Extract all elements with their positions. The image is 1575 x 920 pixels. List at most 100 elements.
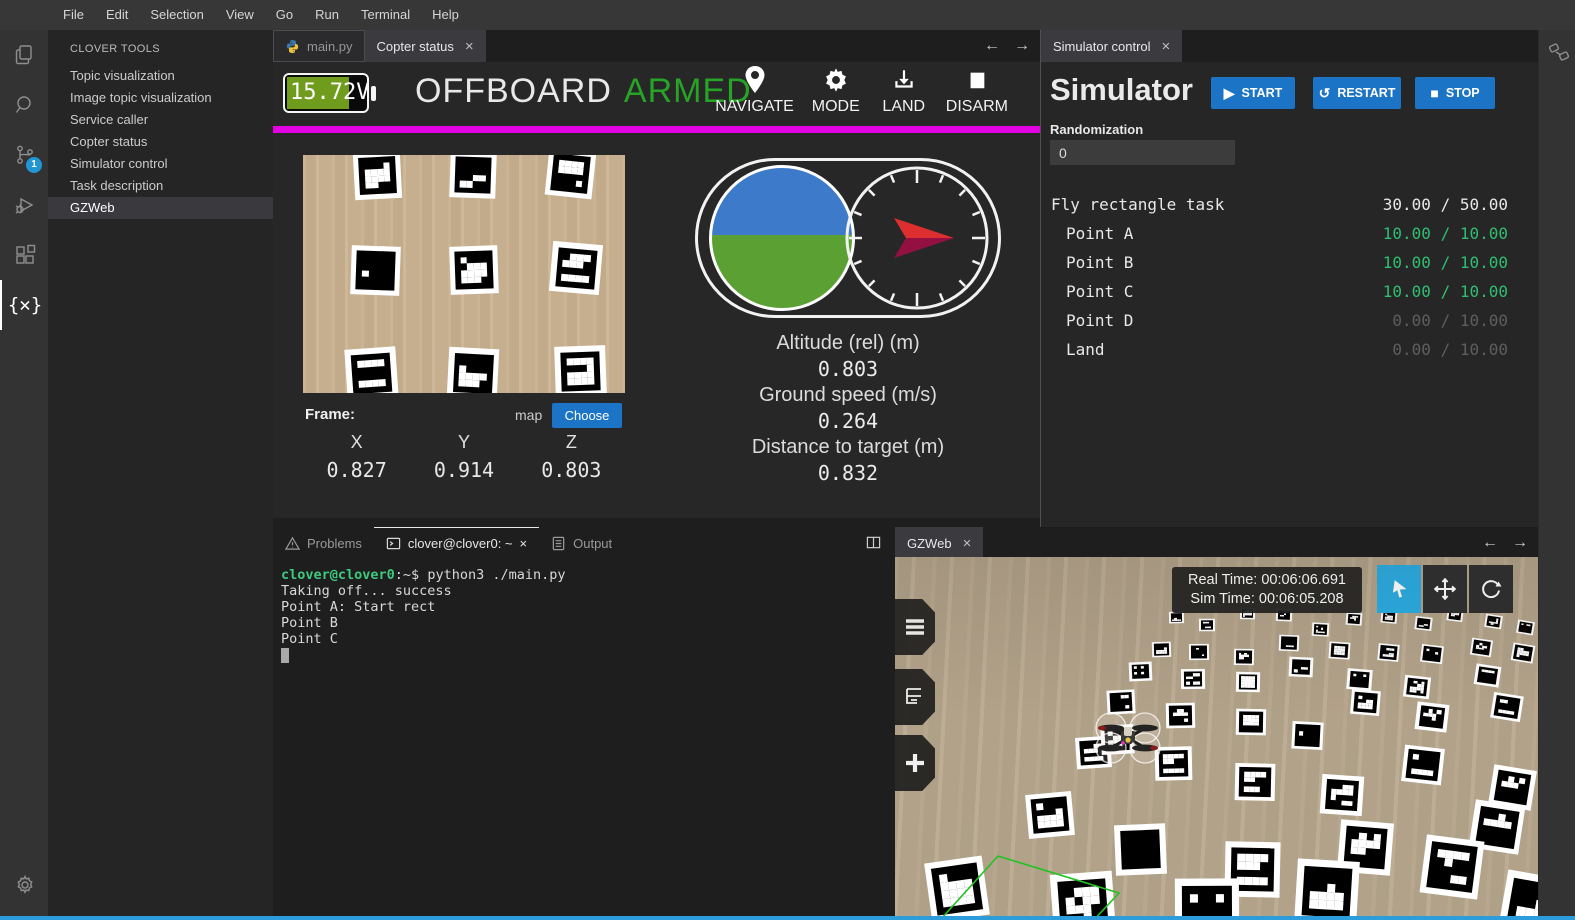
task-row: Point D0.00 / 10.00 [1041,306,1538,335]
restart-button[interactable]: ↺ RESTART [1313,77,1401,109]
cursor-icon [1388,578,1410,600]
source-control-icon[interactable]: 1 [0,130,48,180]
sidebar-item-topic-visualization[interactable]: Topic visualization [48,65,273,87]
sidebar-item-service-caller[interactable]: Service caller [48,109,273,131]
stat-value: 0.832 [648,460,1048,486]
navigate-button[interactable]: NAVIGATE [715,65,794,116]
task-name: Point D [1041,311,1133,330]
bottom-tab-bar: Problems clover@clover0: ~ × Output [273,527,895,559]
aruco-marker [554,345,607,393]
hamburger-icon [904,618,926,636]
stop-icon: ■ [1430,85,1438,101]
tree-icon [904,687,926,707]
terminal-output[interactable]: clover@clover0:~$ python3 ./main.py Taki… [281,567,566,663]
axis-x-value: 0.827 [303,458,410,482]
tab-copter-status[interactable]: Copter status × [365,30,486,62]
sidebar-item-gzweb[interactable]: GZWeb [48,197,273,219]
forward-arrow-icon[interactable]: → [1512,534,1528,552]
extensions-icon[interactable] [0,230,48,280]
select-tool-button[interactable] [1377,565,1421,613]
status-bar [0,916,1575,920]
gzweb-tab-nav: ← → [1482,527,1528,559]
battery-indicator: 15.72V [283,73,369,113]
editor-group: main.py Copter status × ← → 15.72V OFFBO… [273,30,1040,518]
disarm-button[interactable]: DISARM [946,65,1008,116]
sidebar-item-image-topic-visualization[interactable]: Image topic visualization [48,87,273,109]
stop-button[interactable]: ■ STOP [1415,77,1495,109]
gz-tree-button[interactable] [895,669,935,725]
menu-item-run[interactable]: Run [304,0,350,30]
forward-arrow-icon[interactable]: → [1014,37,1030,55]
aruco-marker [352,155,401,200]
gazebo-3d-view[interactable]: Real Time: 00:06:06.691 Sim Time: 00:06:… [895,557,1538,916]
attitude-indicator [695,158,1001,318]
tab-problems[interactable]: Problems [273,527,374,559]
settings-gear-icon[interactable] [0,860,48,910]
explorer-icon[interactable] [0,30,48,80]
task-score: 30.00 / 50.00 [1383,195,1538,214]
back-arrow-icon[interactable]: ← [1482,534,1498,552]
frame-label: Frame: [305,406,355,423]
move-icon [1433,577,1457,601]
menu-item-edit[interactable]: Edit [95,0,139,30]
aruco-marker [350,245,401,296]
menu-item-go[interactable]: Go [265,0,304,30]
tab-label: main.py [307,39,353,54]
start-button[interactable]: ▶ START [1211,77,1295,109]
run-debug-icon[interactable] [0,180,48,230]
back-arrow-icon[interactable]: ← [984,37,1000,55]
terminal-command: python3 ./main.py [427,567,565,583]
close-icon[interactable]: × [963,535,972,552]
search-icon[interactable] [0,80,48,130]
sidebar-items: Topic visualizationImage topic visualiza… [48,65,273,219]
task-name: Point A [1041,224,1133,243]
gz-add-button[interactable] [895,735,935,791]
tab-output[interactable]: Output [539,527,624,559]
translate-tool-button[interactable] [1423,565,1467,613]
choose-frame-button[interactable]: Choose [552,403,622,428]
menu-item-selection[interactable]: Selection [139,0,214,30]
frame-value: map [515,407,542,423]
sidebar-item-task-description[interactable]: Task description [48,175,273,197]
aruco-marker [449,155,497,199]
menu-item-help[interactable]: Help [421,0,470,30]
randomization-input[interactable] [1050,140,1235,165]
real-time: Real Time: 00:06:06.691 [1172,571,1362,590]
clover-tools-icon[interactable]: {✕} [0,280,48,330]
close-icon[interactable]: × [465,38,474,55]
clover-tools-sidebar: CLOVER TOOLS Topic visualizationImage to… [48,30,273,916]
terminal-line: Point C [281,631,566,647]
time-panel: Real Time: 00:06:06.691 Sim Time: 00:06:… [1172,567,1362,613]
rotate-tool-button[interactable] [1469,565,1513,613]
command-buttons: NAVIGATE MODE LAND DISARM [715,65,1008,116]
land-button[interactable]: LAND [878,65,930,116]
split-panel-icon[interactable] [866,535,881,550]
gz-menu-button[interactable] [895,599,935,655]
menu-item-view[interactable]: View [215,0,265,30]
tab-terminal[interactable]: clover@clover0: ~ × [374,527,539,559]
tab-simulator-control[interactable]: Simulator control × [1041,30,1182,62]
tab-gzweb[interactable]: GZWeb × [895,527,983,559]
sidebar-item-simulator-control[interactable]: Simulator control [48,153,273,175]
task-row: Point A10.00 / 10.00 [1041,219,1538,248]
axis-z-value: 0.803 [518,458,625,482]
task-row: Land0.00 / 10.00 [1041,335,1538,364]
menu-item-terminal[interactable]: Terminal [350,0,421,30]
close-icon[interactable]: × [1162,38,1171,55]
tab-main-py[interactable]: main.py [273,30,365,62]
gear-icon [822,65,850,95]
task-score: 0.00 / 10.00 [1392,340,1538,359]
task-list: Fly rectangle task30.00 / 50.00Point A10… [1041,190,1538,364]
axis-labels: X Y Z [303,432,625,453]
frame-row: Frame: map Choose [305,403,625,429]
mode-button[interactable]: MODE [810,65,862,116]
sidebar-item-copter-status[interactable]: Copter status [48,131,273,153]
drone-panel-icon[interactable] [1539,30,1575,76]
copter-stats: Altitude (rel) (m)0.803Ground speed (m/s… [648,330,1048,486]
axis-y-value: 0.914 [410,458,517,482]
menu-item-file[interactable]: File [52,0,95,30]
task-score: 10.00 / 10.00 [1383,253,1538,272]
aruco-marker [447,347,500,393]
close-icon[interactable]: × [520,536,528,551]
aruco-marker [449,245,499,295]
